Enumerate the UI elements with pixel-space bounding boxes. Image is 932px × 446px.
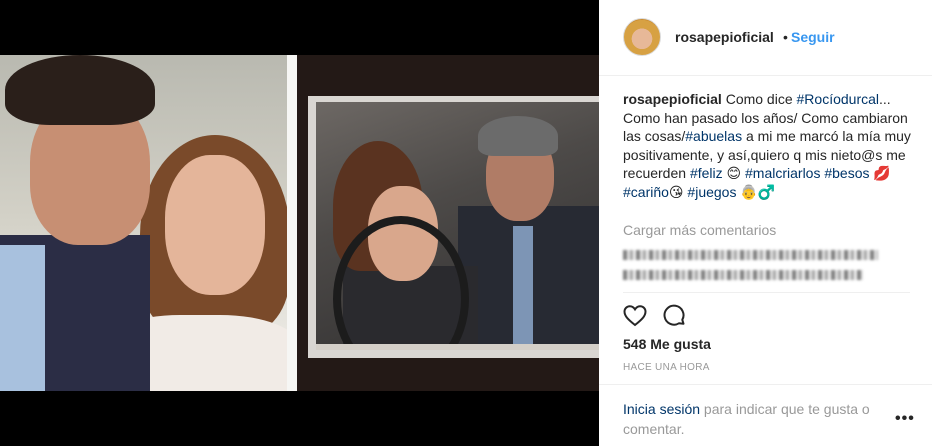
emoji: 👵‍♂ xyxy=(736,183,776,200)
photo-detail xyxy=(5,55,155,125)
blurred-comment-line xyxy=(623,250,878,260)
follow-button[interactable]: Seguir xyxy=(791,29,835,45)
photo-couple-car xyxy=(308,96,599,358)
hashtag-link[interactable]: #cariño xyxy=(623,184,669,200)
post-image[interactable] xyxy=(0,55,599,391)
more-options-icon[interactable]: ••• xyxy=(895,410,915,428)
hashtag-link[interactable]: #abuelas xyxy=(685,128,742,144)
post-media[interactable] xyxy=(0,0,599,446)
blurred-comments xyxy=(623,246,893,286)
likes-count[interactable]: 548 Me gusta xyxy=(623,336,711,352)
divider xyxy=(599,384,932,385)
post-side-panel: rosapepioficial • Seguir rosapepioficial… xyxy=(599,0,932,446)
photo-detail xyxy=(0,245,45,391)
username-link[interactable]: rosapepioficial xyxy=(675,29,774,45)
emoji: 💋 xyxy=(869,165,891,182)
post-header: rosapepioficial • Seguir xyxy=(599,0,932,76)
hashtag-link[interactable]: #Rocíodurcal xyxy=(797,91,880,107)
avatar[interactable] xyxy=(623,18,661,56)
login-link[interactable]: Inicia sesión xyxy=(623,401,700,417)
photo-detail xyxy=(165,155,265,295)
hashtag-link[interactable]: #juegos xyxy=(687,184,736,200)
caption-username[interactable]: rosapepioficial xyxy=(623,91,722,107)
comment-icon[interactable] xyxy=(663,304,687,328)
heart-icon[interactable] xyxy=(623,304,647,328)
login-prompt: Inicia sesión para indicar que te gusta … xyxy=(623,399,883,439)
caption-text: Como dice xyxy=(721,91,797,107)
hashtag-link[interactable]: #feliz xyxy=(690,165,723,181)
photo-detail xyxy=(308,96,599,358)
photo-detail xyxy=(287,55,297,391)
hashtag-link[interactable]: #malcriarlos xyxy=(745,165,820,181)
blurred-comment-line xyxy=(623,270,863,280)
divider xyxy=(623,292,910,293)
post-caption: rosapepioficial Como dice #Rocíodurcal..… xyxy=(623,90,913,202)
separator-dot: • xyxy=(783,29,788,45)
emoji: 😊 xyxy=(722,165,742,182)
emoji: 😘 xyxy=(668,183,684,200)
photo-couple-young xyxy=(0,55,297,391)
hashtag-link[interactable]: #besos xyxy=(824,165,869,181)
post-timestamp[interactable]: HACE UNA HORA xyxy=(623,362,710,373)
load-more-comments-button[interactable]: Cargar más comentarios xyxy=(623,222,776,238)
